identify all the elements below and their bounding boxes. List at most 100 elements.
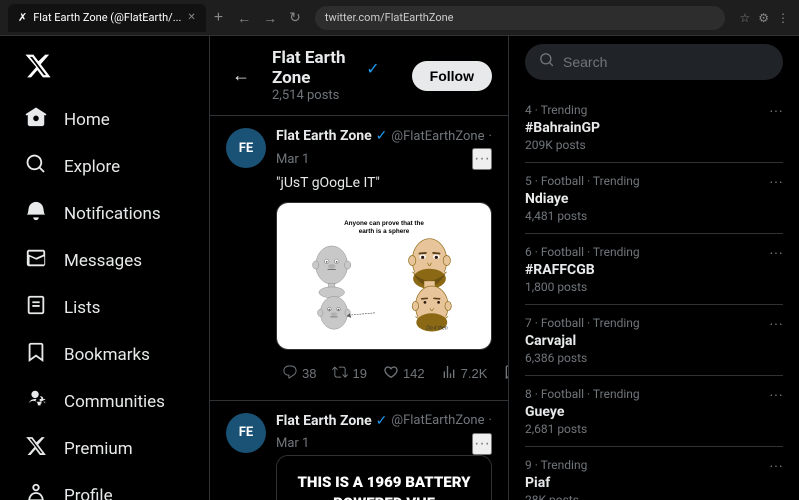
- sidebar-premium-label: Premium: [64, 439, 133, 459]
- tweet-body-1: Flat Earth Zone ✓ @FlatEarthZone · Mar 1…: [276, 128, 492, 388]
- trend-item[interactable]: 5 · Football · Trending ··· Ndiaye 4,481…: [525, 163, 783, 234]
- tweet-avatar-2: FE: [226, 413, 266, 453]
- trend-name: #BahrainGP: [525, 120, 783, 136]
- tweet-header-2: Flat Earth Zone ✓ @FlatEarthZone · Mar 1…: [276, 413, 492, 455]
- browser-chrome: ✗ Flat Earth Zone (@FlatEarth/... ✕ + ← …: [0, 0, 799, 36]
- like-count: 142: [403, 366, 425, 381]
- reply-count: 38: [302, 366, 316, 381]
- bookmark-tweet-button[interactable]: [497, 360, 509, 388]
- premium-icon: [24, 435, 48, 462]
- trend-meta: 4 · Trending ···: [525, 102, 783, 118]
- views-count: 7.2K: [461, 366, 488, 381]
- sidebar-item-notifications[interactable]: Notifications: [12, 190, 197, 237]
- tweet-dot-2: ·: [488, 413, 491, 428]
- tweet-verified-badge: ✓: [376, 128, 388, 144]
- retweet-count: 19: [352, 366, 366, 381]
- trend-more-button[interactable]: ···: [769, 457, 783, 473]
- trend-item[interactable]: 6 · Football · Trending ··· #RAFFCGB 1,8…: [525, 234, 783, 305]
- tweet-avatar-1: FE: [226, 128, 266, 168]
- profile-icon: [24, 482, 48, 500]
- like-button[interactable]: 142: [377, 360, 431, 388]
- search-bar[interactable]: [525, 44, 783, 80]
- tweet-header-1: Flat Earth Zone ✓ @FlatEarthZone · Mar 1…: [276, 128, 492, 170]
- sidebar-item-home[interactable]: Home: [12, 96, 197, 143]
- tab-bar: ✗ Flat Earth Zone (@FlatEarth/... ✕ +: [8, 4, 227, 32]
- trend-position: 6 · Football · Trending: [525, 245, 640, 259]
- tweet-handle-2: @FlatEarthZone: [391, 413, 484, 428]
- home-icon: [24, 106, 48, 133]
- svg-text:earth is a sphere: earth is a sphere: [359, 228, 410, 235]
- list-icon: [24, 294, 48, 321]
- back-button[interactable]: ←: [233, 8, 255, 28]
- reply-button[interactable]: 38: [276, 360, 322, 388]
- search-icon: [539, 52, 555, 72]
- forward-button[interactable]: →: [259, 8, 281, 28]
- trend-count: 2,681 posts: [525, 422, 783, 436]
- trend-name: Gueye: [525, 404, 783, 420]
- header-info: Flat Earth Zone ✓ 2,514 posts: [272, 48, 380, 103]
- trends-list: 4 · Trending ··· #BahrainGP 209K posts 5…: [525, 92, 783, 500]
- tweet-dot: ·: [488, 129, 491, 144]
- sidebar-item-communities[interactable]: Communities: [12, 378, 197, 425]
- tweet-2[interactable]: FE Flat Earth Zone ✓ @FlatEarthZone · Ma…: [210, 401, 508, 500]
- trend-more-button[interactable]: ···: [769, 386, 783, 402]
- sidebar-explore-label: Explore: [64, 157, 120, 177]
- address-bar[interactable]: twitter.com/FlatEarthZone: [315, 6, 726, 30]
- trend-name: Ndiaye: [525, 191, 783, 207]
- trend-more-button[interactable]: ···: [769, 102, 783, 118]
- tweet-more-button[interactable]: ···: [472, 148, 492, 170]
- trend-meta: 5 · Football · Trending ···: [525, 173, 783, 189]
- back-nav-button[interactable]: ←: [226, 61, 256, 90]
- sidebar-notifications-label: Notifications: [64, 204, 161, 224]
- url-text: twitter.com/FlatEarthZone: [325, 11, 454, 24]
- trend-position: 4 · Trending: [525, 103, 587, 117]
- tweet-text-1: "jUsT gOogLe IT": [276, 174, 492, 194]
- heart-icon: [383, 364, 399, 384]
- sidebar-item-explore[interactable]: Explore: [12, 143, 197, 190]
- new-tab-button[interactable]: +: [210, 9, 227, 27]
- trend-more-button[interactable]: ···: [769, 315, 783, 331]
- search-input[interactable]: [563, 54, 769, 70]
- sidebar-item-premium[interactable]: Premium: [12, 425, 197, 472]
- svg-text:Anyone can prove that the: Anyone can prove that the: [344, 220, 424, 227]
- tweet-banner-text: THIS IS A 1969 BATTERY POWERED VHF TRANS…: [277, 456, 491, 500]
- x-logo[interactable]: [12, 44, 197, 92]
- trend-item[interactable]: 9 · Trending ··· Piaf 28K posts: [525, 447, 783, 500]
- trend-count: 209K posts: [525, 138, 783, 152]
- trend-item[interactable]: 4 · Trending ··· #BahrainGP 209K posts: [525, 92, 783, 163]
- tweet-1[interactable]: FE Flat Earth Zone ✓ @FlatEarthZone · Ma…: [210, 116, 508, 401]
- trend-name: Piaf: [525, 475, 783, 491]
- tab-close-icon[interactable]: ✕: [187, 12, 195, 23]
- menu-icon[interactable]: ⋮: [775, 9, 791, 27]
- tweet-more-button-2[interactable]: ···: [472, 433, 492, 455]
- bookmark-browser-icon[interactable]: ☆: [737, 9, 752, 27]
- follow-button[interactable]: Follow: [412, 61, 492, 91]
- tweet-author-name-2: Flat Earth Zone: [276, 413, 372, 429]
- extensions-icon[interactable]: ⚙: [756, 9, 771, 27]
- sidebar-item-lists[interactable]: Lists: [12, 284, 197, 331]
- sidebar-profile-label: Profile: [64, 486, 113, 500]
- sidebar-lists-label: Lists: [64, 298, 100, 318]
- sidebar-communities-label: Communities: [64, 392, 165, 412]
- retweet-button[interactable]: 19: [326, 360, 372, 388]
- trend-more-button[interactable]: ···: [769, 244, 783, 260]
- trend-more-button[interactable]: ···: [769, 173, 783, 189]
- trend-count: 6,386 posts: [525, 351, 783, 365]
- svg-text:Do it then: Do it then: [426, 325, 448, 331]
- sidebar-bookmarks-label: Bookmarks: [64, 345, 150, 365]
- trend-name: Carvajal: [525, 333, 783, 349]
- sidebar-item-profile[interactable]: Profile: [12, 472, 197, 500]
- trend-item[interactable]: 7 · Football · Trending ··· Carvajal 6,3…: [525, 305, 783, 376]
- sidebar-item-messages[interactable]: Messages: [12, 237, 197, 284]
- trends-container: 4 · Trending ··· #BahrainGP 209K posts 5…: [525, 92, 783, 500]
- verified-icon: ✓: [366, 59, 379, 78]
- app-layout: Home Explore Notifications Messages List: [0, 36, 799, 500]
- bookmark-icon: [24, 341, 48, 368]
- active-tab[interactable]: ✗ Flat Earth Zone (@FlatEarth/... ✕: [8, 4, 206, 32]
- sidebar-item-bookmarks[interactable]: Bookmarks: [12, 331, 197, 378]
- tweet-actions-1: 38 19 142: [276, 360, 492, 388]
- views-button[interactable]: 7.2K: [435, 360, 494, 388]
- trend-item[interactable]: 8 · Football · Trending ··· Gueye 2,681 …: [525, 376, 783, 447]
- bell-icon: [24, 200, 48, 227]
- reload-button[interactable]: ↻: [285, 7, 305, 28]
